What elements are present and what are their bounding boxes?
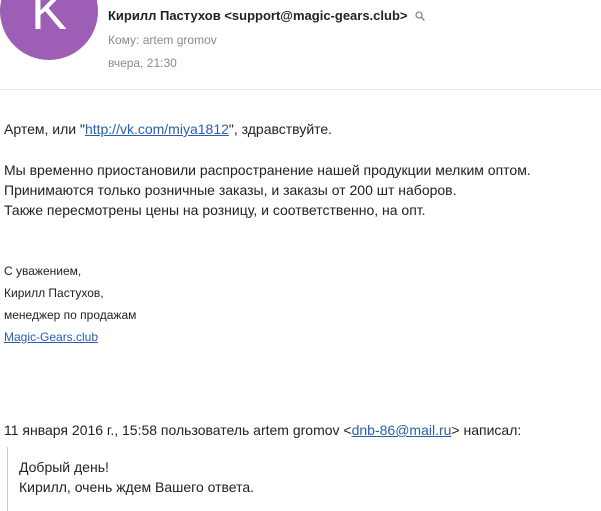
greeting-prefix: Артем, или "	[4, 121, 85, 137]
signature-role: менеджер по продажам	[4, 308, 137, 322]
quote-intro: 11 января 2016 г., 15:58 пользователь ar…	[4, 420, 521, 440]
quote-email-link[interactable]: dnb-86@mail.ru	[352, 422, 452, 438]
signature-regards: С уважением,	[4, 264, 82, 278]
recipient-line: Кому: artem gromov	[108, 33, 217, 47]
greeting-suffix: ", здравствуйте.	[228, 121, 333, 137]
quoted-line: Добрый день!	[19, 459, 109, 475]
greeting: Артем, или "http://vk.com/miya1812", здр…	[4, 119, 332, 139]
header-divider	[0, 89, 601, 90]
vk-link[interactable]: http://vk.com/miya1812	[85, 121, 229, 137]
signature-name: Кирилл Пастухов,	[4, 286, 104, 300]
signature-site-link[interactable]: Magic-Gears.club	[4, 330, 98, 344]
quoted-line: Кирилл, очень ждем Вашего ответа.	[19, 479, 255, 495]
quote-intro-prefix: 11 января 2016 г., 15:58 пользователь ar…	[4, 422, 352, 438]
recipient-name[interactable]: artem gromov	[143, 33, 217, 47]
paragraph-line: Принимаются только розничные заказы, и з…	[4, 182, 457, 198]
signature: С уважением, Кирилл Пастухов, менеджер п…	[4, 260, 136, 348]
email-view: K Кирилл Пастухов <support@magic-gears.c…	[0, 0, 601, 511]
sender-avatar[interactable]: K	[0, 0, 98, 60]
sender-name[interactable]: Кирилл Пастухов <support@magic-gears.clu…	[108, 8, 408, 23]
to-label: Кому:	[108, 33, 140, 47]
quote-intro-suffix: > написал:	[451, 422, 522, 438]
message-paragraph: Мы временно приостановили распространени…	[4, 160, 531, 220]
sent-date: вчера, 21:30	[108, 56, 177, 70]
paragraph-line: Также пересмотрены цены на розницу, и со…	[4, 202, 426, 218]
search-icon[interactable]	[415, 11, 425, 21]
sender-line[interactable]: Кирилл Пастухов <support@magic-gears.clu…	[108, 8, 425, 23]
quoted-message: Добрый день! Кирилл, очень ждем Вашего о…	[7, 447, 601, 511]
paragraph-line: Мы временно приостановили распространени…	[4, 162, 531, 178]
